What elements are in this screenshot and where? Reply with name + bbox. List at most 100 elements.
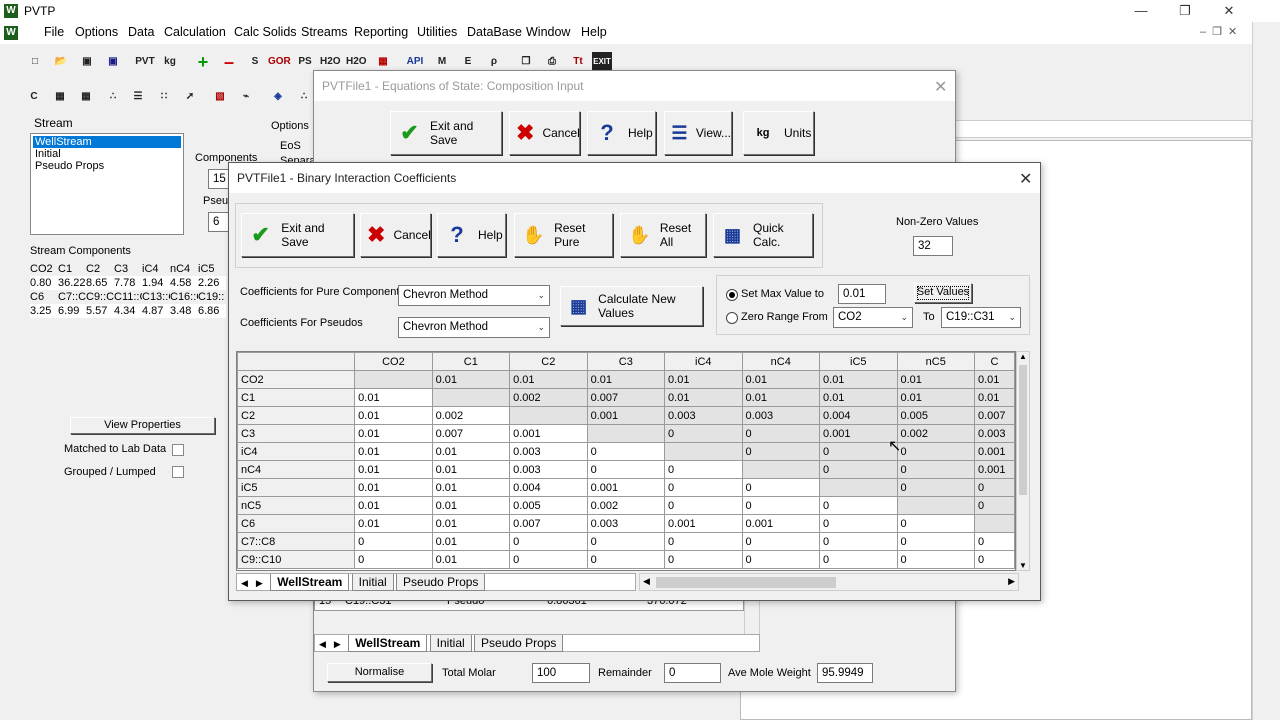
grid-cell[interactable]: 0 [896, 550, 975, 569]
column-header[interactable]: C3 [586, 352, 666, 371]
scroll-down-icon[interactable]: ▼ [1017, 561, 1029, 570]
tool-table-icon[interactable]: ▦ [76, 87, 96, 107]
grid-cell[interactable]: 0.003 [586, 514, 666, 533]
grid-cell[interactable]: 0.004 [819, 406, 898, 425]
grid-cell[interactable]: 0.01 [896, 370, 975, 389]
row-header[interactable]: C9::C10 [237, 550, 356, 569]
grid-cell[interactable]: 0 [741, 424, 821, 443]
set-max-field[interactable]: 0.01 [838, 284, 886, 304]
psat-icon[interactable]: PS [295, 52, 315, 72]
grid-cell[interactable]: 0 [973, 550, 1015, 569]
column-header[interactable]: iC4 [664, 352, 743, 371]
row-header[interactable]: C7::C8 [237, 532, 356, 551]
remove-icon[interactable]: – [219, 52, 239, 72]
row-header[interactable]: C2 [237, 406, 356, 425]
api-icon[interactable]: API [405, 52, 425, 72]
grid-cell[interactable]: 0.01 [586, 370, 666, 389]
grid-cell[interactable]: 0 [664, 424, 743, 443]
comp-view-button[interactable]: ☰ View... [664, 111, 732, 155]
row-header[interactable]: CO2 [237, 370, 356, 389]
bic-cancel-button[interactable]: ✖ Cancel [360, 213, 431, 257]
bic-reset-all-button[interactable]: ✋ Reset All [620, 213, 706, 257]
grid-cell[interactable]: 0.003 [664, 406, 743, 425]
grid-cell[interactable]: 0.01 [431, 550, 511, 569]
menu-help[interactable]: Help [581, 25, 607, 39]
grid-cell[interactable] [431, 388, 511, 407]
scroll-up-icon[interactable]: ▲ [1017, 352, 1029, 361]
units-icon[interactable]: kg [160, 52, 180, 72]
bic-vscrollbar[interactable]: ▲ ▼ [1016, 351, 1030, 571]
grid-cell[interactable]: 0 [819, 460, 898, 479]
scroll-left-icon[interactable]: ◀ [643, 576, 650, 587]
grid-cell[interactable]: 0.01 [664, 388, 743, 407]
set-values-button[interactable]: Set Values [914, 283, 972, 303]
grid-cell[interactable]: 0.003 [973, 424, 1015, 443]
grid-cell[interactable]: 0 [664, 460, 743, 479]
row-header[interactable]: C6 [237, 514, 356, 533]
tab-scroll-left-icon[interactable]: ◀ [315, 639, 330, 649]
grid-cell[interactable]: 0.01 [741, 370, 821, 389]
zero-to-select[interactable]: C19::C31 ⌄ [941, 307, 1021, 328]
h2o-add-icon[interactable]: H2O [320, 52, 341, 72]
comp-exit-save-button[interactable]: ✔ Exit and Save [390, 111, 502, 155]
close-icon[interactable]: ✕ [1206, 0, 1252, 22]
tool-scatter-icon[interactable]: ∷ [154, 87, 174, 107]
grid-cell[interactable]: 0 [896, 532, 975, 551]
menu-database[interactable]: DataBase [467, 25, 522, 39]
bic-vscroll-thumb[interactable] [1019, 365, 1027, 495]
bic-close-icon[interactable]: ✕ [1019, 169, 1032, 189]
grid-cell[interactable]: 0.001 [586, 406, 666, 425]
row-header[interactable]: iC4 [237, 442, 356, 461]
grid-cell[interactable]: 0 [509, 550, 588, 569]
comp-units-button[interactable]: kg Units [743, 111, 814, 155]
grid-cell[interactable]: 0.01 [819, 388, 898, 407]
scroll-right-icon[interactable]: ▶ [1008, 576, 1015, 587]
tool-list-icon[interactable]: ☰ [128, 87, 148, 107]
grid-cell[interactable]: 0 [741, 532, 821, 551]
tool-bar-icon[interactable]: ▧ [210, 87, 230, 107]
grid-cell[interactable]: 0 [819, 550, 898, 569]
tool-dots-icon[interactable]: ∴ [294, 87, 314, 107]
bic-reset-pure-button[interactable]: ✋ Reset Pure [514, 213, 613, 257]
bic-grid[interactable]: CO2 C1 C2 C3 iC4 nC4 iC5 nC5 C CO2 0.01 0.01 0.01 0.… [236, 351, 1016, 571]
grid-cell[interactable] [664, 442, 743, 461]
grid-cell[interactable]: 0.002 [509, 388, 588, 407]
save-all-icon[interactable]: ▣ [103, 52, 123, 72]
grid-cell[interactable]: 0.01 [509, 370, 588, 389]
grid-cell[interactable]: 0 [973, 496, 1015, 515]
flow-icon[interactable]: ▦ [373, 52, 393, 72]
grid-cell[interactable]: 0.01 [354, 478, 433, 497]
menu-window[interactable]: Window [526, 25, 570, 39]
bic-quick-calc-button[interactable]: ▦ Quick Calc. [713, 213, 813, 257]
grid-cell[interactable]: 0.001 [741, 514, 821, 533]
minimize-icon[interactable]: — [1118, 0, 1164, 22]
pseudo-method-select[interactable]: Chevron Method ⌄ [398, 317, 550, 338]
grid-cell[interactable]: 0.001 [509, 424, 588, 443]
grid-cell[interactable]: 0.001 [819, 424, 898, 443]
comp-tab-pseudo[interactable]: Pseudo Props [474, 635, 564, 652]
grid-cell[interactable]: 0.003 [509, 442, 588, 461]
comp-tab-wellstream[interactable]: WellStream [348, 635, 428, 652]
grid-cell[interactable]: 0.001 [664, 514, 743, 533]
bic-tab-pseudo[interactable]: Pseudo Props [396, 574, 486, 591]
grid-cell[interactable]: 0 [664, 496, 743, 515]
bic-tab-wellstream[interactable]: WellStream [270, 574, 350, 591]
zero-range-radio[interactable] [726, 312, 738, 324]
column-header[interactable]: C2 [509, 352, 588, 371]
grid-cell[interactable]: 0.004 [509, 478, 588, 497]
print-icon[interactable]: ⎙ [542, 52, 562, 72]
set-max-radio[interactable] [726, 289, 738, 301]
normalise-button[interactable]: Normalise [327, 663, 432, 682]
grid-cell[interactable]: 0.01 [354, 424, 433, 443]
grid-cell[interactable]: 0.01 [354, 460, 433, 479]
grid-cell[interactable]: 0 [586, 460, 666, 479]
tab-scroll-right-icon[interactable]: ▶ [330, 639, 345, 649]
comp-help-button[interactable]: ? Help [587, 111, 656, 155]
grid-cell[interactable]: 0.01 [431, 460, 511, 479]
grid-cell[interactable] [354, 370, 433, 389]
grid-cell[interactable]: 0.01 [973, 370, 1015, 389]
remainder-field[interactable]: 0 [664, 663, 721, 683]
grid-cell[interactable]: 0.002 [431, 406, 511, 425]
comp-tab-initial[interactable]: Initial [429, 635, 472, 652]
grid-cell[interactable]: 0 [896, 442, 975, 461]
